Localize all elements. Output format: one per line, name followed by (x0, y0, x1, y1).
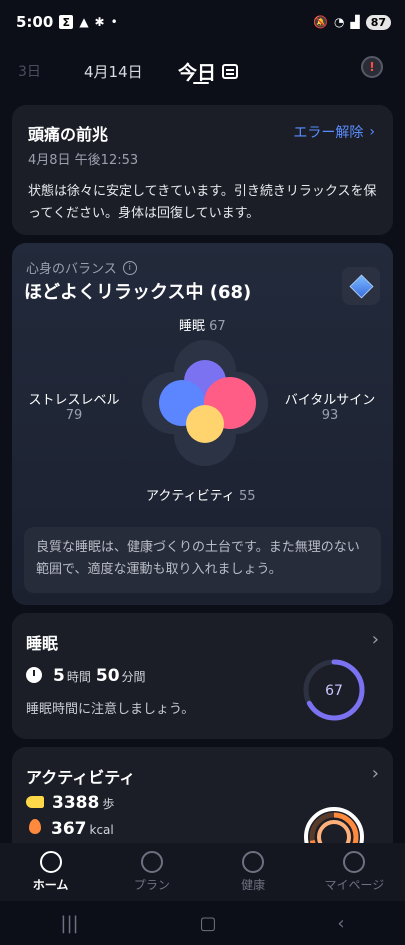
tab-mypage[interactable]: マイページ (304, 843, 405, 901)
kcal-row: 367 kcal (26, 819, 117, 839)
steps-row: 3388 歩 (26, 793, 117, 813)
system-nav-bar: ||| ▢ ‹ (0, 901, 405, 945)
tab-health-label: 健康 (241, 878, 266, 892)
warning-icon: ▲ (79, 15, 89, 29)
vital-metric-value: 93 (321, 408, 339, 423)
home-button-icon[interactable]: ▢ (199, 913, 216, 934)
sigma-notification-icon: Σ (59, 15, 74, 29)
calendar-icon[interactable] (222, 63, 239, 79)
slack-icon: ✱ (94, 15, 105, 29)
back-icon[interactable]: ‹ (337, 913, 344, 934)
kcal-value: 367 (51, 819, 87, 839)
profile-icon (343, 851, 366, 873)
chevron-right-icon: › (369, 124, 375, 140)
balance-label: 心身のバランス (26, 262, 117, 277)
shoe-icon (26, 796, 44, 808)
activity-metric: アクティビティ 55 (146, 485, 255, 504)
signal-icon: ▟ (350, 15, 360, 29)
activity-metric-value: 55 (238, 489, 256, 504)
sleep-minutes-unit: 分間 (121, 670, 146, 684)
tab-mypage-label: マイページ (324, 878, 385, 892)
sleep-card[interactable]: 睡眠 › 5 時間 50 分間 睡眠時間に注意しましょう。 67 (12, 613, 393, 739)
stress-metric-value: 79 (65, 408, 83, 423)
tab-plan[interactable]: プラン (101, 843, 202, 901)
alert-timestamp: 4月8日 午後12:53 (28, 153, 139, 168)
alert-body: 状態は徐々に安定してきています。引き続きリラックスを保ってください。身体は回復し… (28, 184, 377, 221)
kcal-unit: kcal (89, 823, 114, 837)
sleep-metric-value: 67 (209, 319, 226, 334)
chevron-right-icon[interactable]: › (372, 763, 379, 784)
dismiss-error-label: エラー解除 (293, 125, 364, 141)
sleep-duration: 5 時間 50 分間 (26, 665, 149, 686)
stress-metric: ストレスレベル 79 (26, 389, 122, 423)
date-today[interactable]: 今日 (178, 58, 239, 85)
tab-plan-label: プラン (133, 878, 170, 892)
bottom-tab-bar: ホーム プラン 健康 マイページ (0, 843, 405, 901)
date-navigator: 3日 4月14日 今日 ! (0, 48, 405, 94)
tab-health[interactable]: 健康 (203, 843, 304, 901)
steps-unit: 歩 (102, 797, 115, 811)
activity-metric-label: アクティビティ (146, 489, 235, 504)
sleep-metric-label: 睡眠 (179, 319, 206, 334)
tab-home[interactable]: ホーム (0, 843, 101, 901)
more-notifications-dot-icon: • (110, 15, 118, 29)
activity-card-title: アクティビティ (26, 768, 136, 787)
home-icon (39, 851, 62, 873)
balance-flower-chart (142, 340, 268, 466)
clock-icon (26, 667, 42, 683)
wifi-icon: ◔ (333, 15, 345, 29)
sleep-score-ring: 67 (303, 659, 365, 721)
date-yesterday[interactable]: 4月14日 (84, 61, 143, 82)
health-icon (242, 851, 265, 873)
plan-icon (140, 851, 163, 873)
status-bar: 5:00 Σ ▲ ✱ • 🔕 ◔ ▟ 87 (0, 0, 405, 44)
battery-indicator: 87 (365, 14, 391, 30)
mind-body-balance-card[interactable]: 心身のバランス i ほどよくリラックス中 (68) 睡眠 67 ストレスレベル … (12, 243, 393, 605)
balance-label-row: 心身のバランス i (26, 258, 137, 277)
mute-icon: 🔕 (313, 15, 328, 29)
sleep-score: 67 (325, 683, 343, 699)
balance-state: ほどよくリラックス中 (68) (24, 282, 252, 303)
alert-title: 頭痛の前兆 (28, 125, 109, 144)
sleep-note: 睡眠時間に注意しましょう。 (26, 702, 195, 717)
sleep-hours: 5 (53, 666, 65, 686)
recents-icon[interactable]: ||| (60, 913, 78, 934)
sleep-card-title: 睡眠 (26, 634, 59, 653)
dismiss-error-link[interactable]: エラー解除 › (293, 122, 375, 142)
sleep-hours-unit: 時間 (66, 670, 91, 684)
info-icon[interactable]: i (122, 260, 137, 275)
tab-home-label: ホーム (32, 878, 69, 892)
petal-activity (186, 405, 224, 443)
chevron-right-icon[interactable]: › (372, 629, 379, 650)
alert-status-icon[interactable]: ! (361, 56, 383, 78)
stress-metric-label: ストレスレベル (28, 393, 120, 408)
flame-icon (29, 819, 41, 834)
date-prev[interactable]: 3日 (18, 61, 41, 81)
status-time: 5:00 (16, 13, 54, 31)
vital-metric: バイタルサイン 93 (282, 389, 378, 423)
date-today-label: 今日 (178, 61, 217, 84)
balance-tip: 良質な睡眠は、健康づくりの土台です。また無理のない範囲で、適度な運動も取り入れま… (24, 527, 381, 593)
today-underline (193, 82, 209, 84)
diamond-icon (348, 273, 374, 299)
steps-value: 3388 (52, 793, 100, 813)
sleep-metric: 睡眠 67 (179, 315, 226, 334)
sleep-minutes: 50 (95, 666, 120, 686)
vital-metric-label: バイタルサイン (284, 393, 376, 408)
balance-detail-button[interactable] (342, 267, 380, 305)
headache-alert-card[interactable]: 頭痛の前兆 エラー解除 › 4月8日 午後12:53 状態は徐々に安定してきてい… (12, 105, 393, 235)
